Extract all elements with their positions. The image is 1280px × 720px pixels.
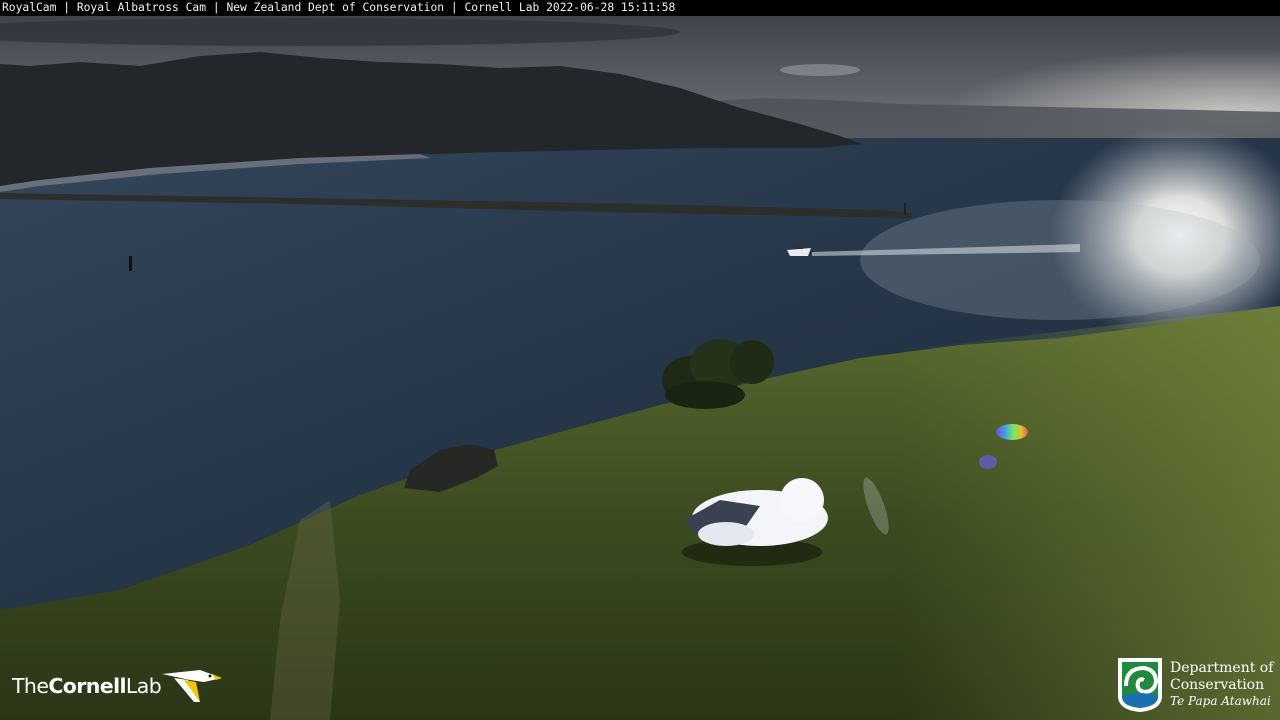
boat-cabin xyxy=(795,245,803,249)
doc-logo-line1: Department of xyxy=(1170,660,1274,676)
cornell-logo-the: The xyxy=(12,674,49,698)
breakwater-beacon xyxy=(904,203,906,215)
camera-title-overlay: RoyalCam | Royal Albatross Cam | New Zea… xyxy=(0,0,1280,16)
doc-koru-icon xyxy=(1118,658,1162,712)
doc-logo-line2: Conservation xyxy=(1170,677,1265,693)
cornell-logo-lab: Lab xyxy=(125,674,162,698)
lens-flare xyxy=(996,424,1028,440)
doc-logo-line3: Te Papa Atawhai xyxy=(1170,694,1271,708)
camera-scene xyxy=(0,16,1280,720)
doc-logo: Department of Conservation Te Papa Atawh… xyxy=(1116,656,1273,714)
lens-flare xyxy=(979,455,997,469)
cornell-bird-icon xyxy=(162,670,222,702)
channel-marker xyxy=(129,256,132,271)
doc-logo-text: Department of Conservation Te Papa Atawh… xyxy=(1170,660,1273,709)
cornell-logo-cornell: Cornell xyxy=(48,674,126,698)
cloud xyxy=(780,64,860,76)
cornell-lab-logo: TheCornellLab xyxy=(12,664,222,708)
sun-reflection xyxy=(860,200,1260,320)
